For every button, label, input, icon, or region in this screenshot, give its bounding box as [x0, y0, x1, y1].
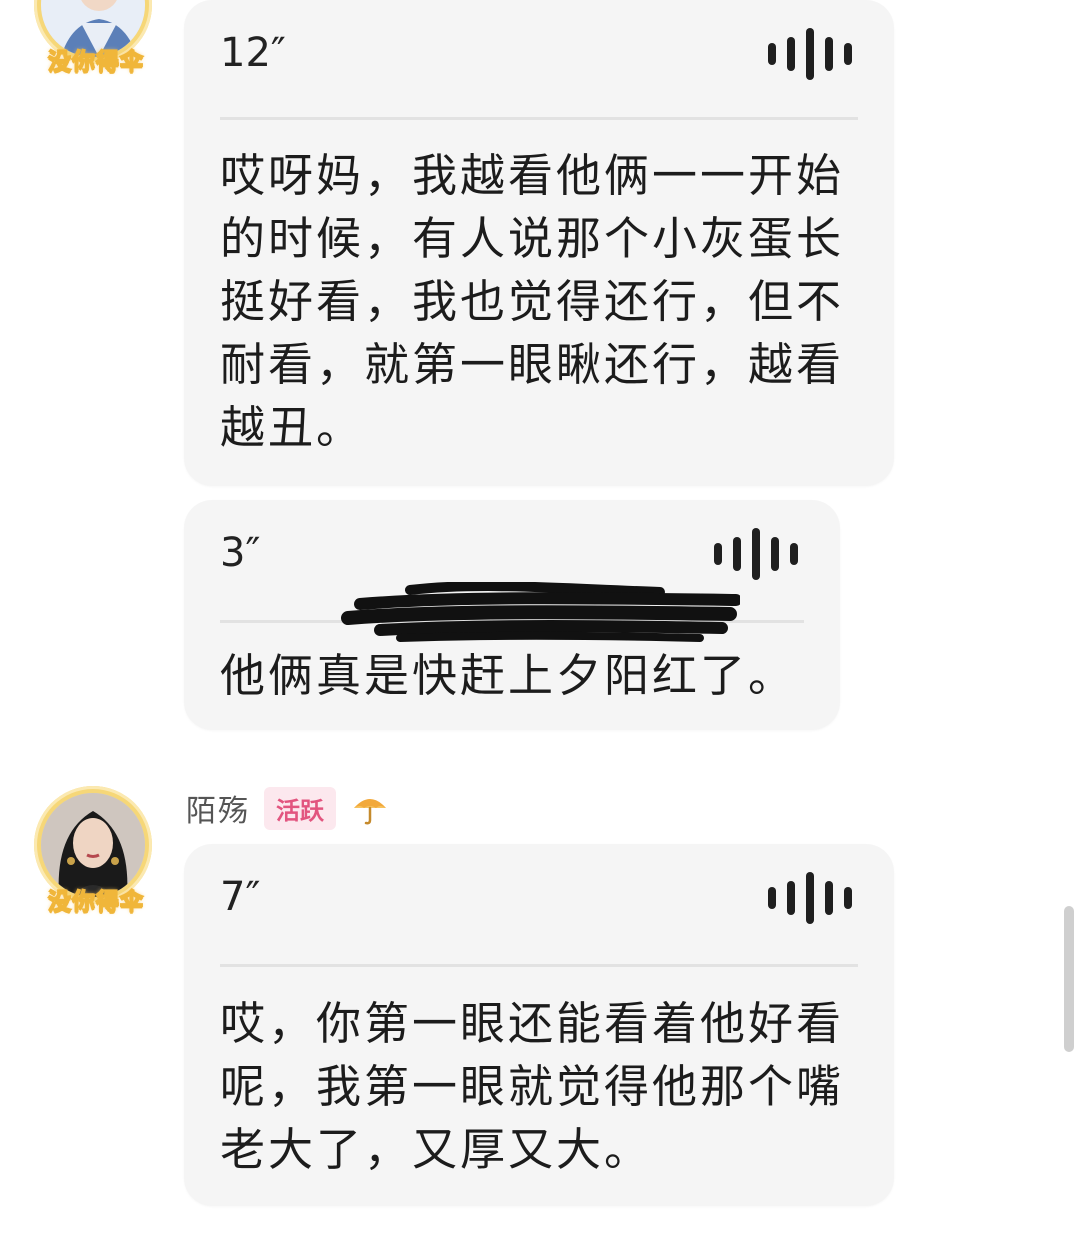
voice-wave-icon[interactable] — [768, 872, 858, 924]
voice-duration: 3″ — [220, 530, 261, 576]
voice-wave-icon[interactable] — [768, 28, 858, 80]
voice-transcript: 哎，你第一眼还能看着他好看呢，我第一眼就觉得他那个嘴老大了，又厚又大。 — [220, 997, 845, 1176]
sender-name-row: 陌殇 活跃 — [186, 784, 390, 832]
avatar-user-1[interactable]: 没你得伞 — [28, 0, 162, 76]
divider — [220, 117, 858, 120]
voice-duration: 12″ — [220, 30, 286, 76]
avatar-badge: 没你得伞 — [47, 888, 144, 916]
redaction-scribble — [341, 582, 740, 642]
scrollbar-thumb[interactable] — [1064, 906, 1074, 1052]
voice-transcript: 他俩真是快赶上夕阳红了。 — [220, 649, 797, 702]
voice-wave-icon[interactable] — [714, 528, 804, 580]
voice-duration: 7″ — [220, 874, 261, 920]
divider — [220, 964, 858, 967]
voice-message-header[interactable]: 7″ — [220, 844, 858, 962]
avatar-user-2[interactable]: 没你得伞 — [28, 780, 162, 916]
umbrella-icon — [354, 799, 386, 825]
voice-transcript: 哎呀妈，我越看他俩一一开始的时候，有人说那个小灰蛋长挺好看，我也觉得还行，但不耐… — [220, 149, 845, 454]
activity-level-tag: 活跃 — [264, 786, 336, 830]
sender-name[interactable]: 陌殇 — [186, 786, 250, 830]
voice-message-header[interactable]: 12″ — [220, 0, 858, 118]
voice-message-bubble[interactable]: 12″ 哎呀妈，我越看他俩一一开始的时候，有人说那个小灰蛋长挺好看，我也觉得还行… — [184, 0, 894, 486]
avatar-badge: 没你得伞 — [47, 48, 144, 76]
voice-message-bubble[interactable]: 7″ 哎，你第一眼还能看着他好看呢，我第一眼就觉得他那个嘴老大了，又厚又大。 — [184, 844, 894, 1206]
